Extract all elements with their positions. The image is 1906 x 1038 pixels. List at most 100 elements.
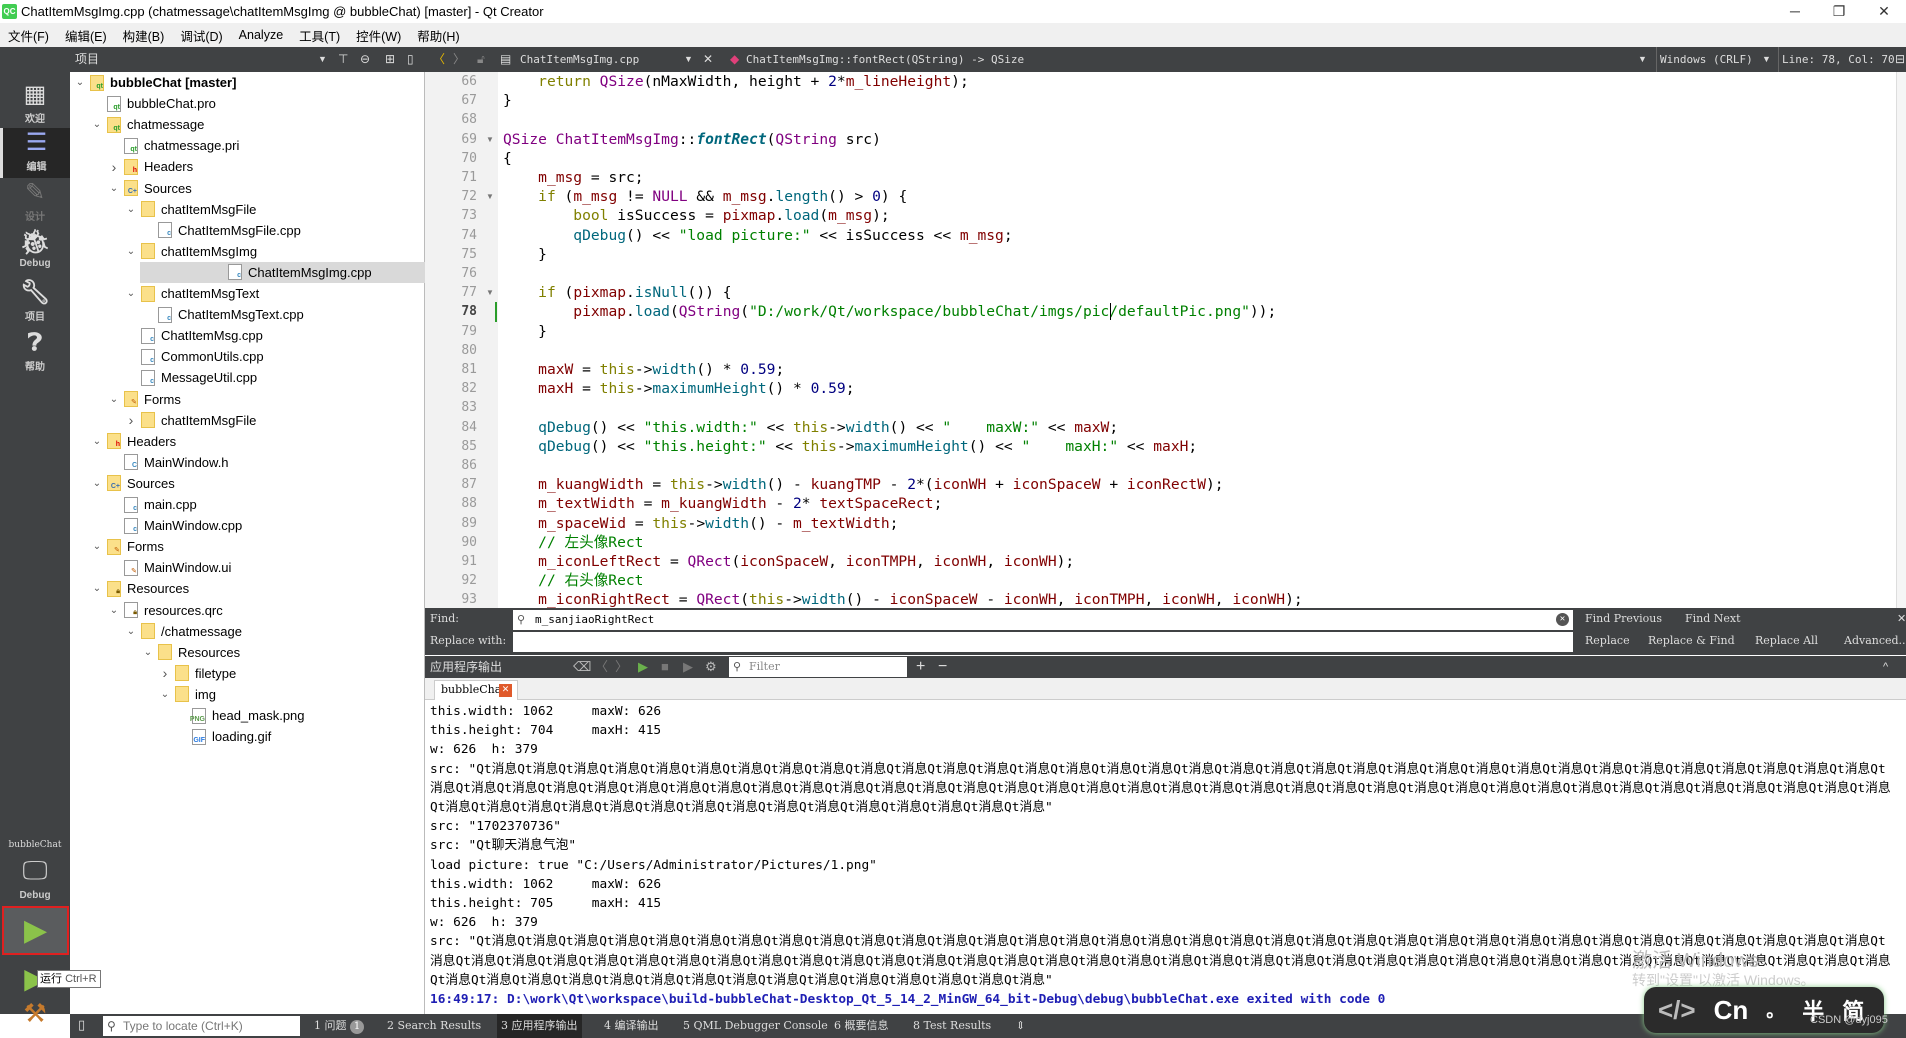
menu-tools[interactable]: 工具(T)	[299, 26, 340, 45]
chevron-down-icon[interactable]: ⌄	[89, 478, 105, 489]
tree-item[interactable]: ⌄ 🔒︎ Resources	[70, 578, 425, 599]
split-icon[interactable]: ⊞	[385, 47, 395, 72]
run-button[interactable]: ▶	[2, 906, 69, 955]
tree-item[interactable]: ⌄ ✎ Forms	[70, 536, 425, 557]
tree-item[interactable]: ⌄ C+ Sources	[70, 473, 425, 494]
chevron-right-icon[interactable]: ›	[123, 412, 139, 428]
tree-item[interactable]: c ChatItemMsg.cpp	[70, 325, 425, 346]
kit-selector[interactable]: 🖵︎	[0, 855, 70, 887]
line-ending-selector[interactable]: Windows (CRLF)	[1656, 47, 1753, 72]
code-line[interactable]: pixmap.load(QString("D:/work/Qt/workspac…	[503, 302, 1276, 321]
code-line[interactable]: m_msg = src;	[503, 168, 643, 187]
code-line[interactable]: }	[503, 91, 512, 110]
menu-controls[interactable]: 控件(W)	[356, 26, 401, 45]
fold-arrow-icon[interactable]: ▼	[486, 130, 494, 149]
menu-edit[interactable]: 编辑(E)	[65, 26, 107, 45]
code-line[interactable]: QSize ChatItemMsgImg::fontRect(QString s…	[503, 130, 881, 149]
code-line[interactable]: maxW = this->width() * 0.59;	[503, 360, 784, 379]
replace-button[interactable]: Replace	[1585, 634, 1630, 647]
next-icon[interactable]: 〉	[615, 656, 628, 678]
open-file-selector[interactable]: ChatItemMsgImg.cpp	[520, 47, 639, 72]
chevron-down-icon[interactable]: ⌄	[89, 436, 105, 447]
advanced-button[interactable]: Advanced...	[1844, 634, 1906, 647]
tree-item[interactable]: ⌄ qt chatmessage	[70, 114, 425, 135]
find-next-button[interactable]: Find Next	[1685, 612, 1741, 625]
code-line[interactable]: // 右头像Rect	[503, 571, 643, 590]
tab-search-results[interactable]: 2 Search Results	[387, 1014, 481, 1038]
code-line[interactable]: bool isSuccess = pixmap.load(m_msg);	[503, 206, 889, 225]
ime-language[interactable]: Cn	[1714, 995, 1749, 1026]
tree-item[interactable]: c ChatItemMsgText.cpp	[70, 304, 425, 325]
fold-arrow-icon[interactable]: ▼	[486, 283, 494, 302]
tree-item[interactable]: c MessageUtil.cpp	[70, 367, 425, 388]
fold-arrow-icon[interactable]: ▼	[486, 187, 494, 206]
code-line[interactable]: m_iconLeftRect = QRect(iconSpaceW, iconT…	[503, 552, 1074, 571]
close-find-icon[interactable]: ✕	[1897, 612, 1906, 625]
chevron-down-icon[interactable]: ▼	[684, 47, 693, 72]
close-file-icon[interactable]: ✕	[703, 47, 713, 72]
code-line[interactable]: return QSize(nMaxWidth, height + 2*m_lin…	[503, 72, 969, 91]
mode-edit[interactable]: ☰ 编辑	[0, 128, 70, 178]
tree-item[interactable]: ⌄ h Headers	[70, 431, 425, 452]
mode-debug[interactable]: 🐞︎ Debug	[0, 228, 70, 278]
output-tab-bubblechat[interactable]: bubbleChat ✕	[434, 680, 518, 700]
tree-item[interactable]: ⌄ C+ Sources	[70, 178, 425, 199]
ime-punctuation[interactable]: 。	[1766, 997, 1784, 1023]
chevron-down-icon[interactable]: ⌄	[89, 119, 105, 130]
close-sidebar-icon[interactable]: ▯	[407, 47, 414, 72]
tree-item[interactable]: c MainWindow.cpp	[70, 515, 425, 536]
mode-welcome[interactable]: ▦ 欢迎	[0, 80, 70, 130]
chevron-down-icon[interactable]: ⌄	[123, 626, 139, 637]
tree-item[interactable]: ⌄ chatItemMsgImg	[70, 241, 425, 262]
menu-help[interactable]: 帮助(H)	[417, 26, 459, 45]
attach-debugger-icon[interactable]: ▶	[683, 656, 693, 678]
replace-find-button[interactable]: Replace & Find	[1648, 634, 1735, 647]
chevron-down-icon[interactable]: ⌄	[123, 246, 139, 257]
tree-item[interactable]: c ChatItemMsgFile.cpp	[70, 220, 425, 241]
mode-design[interactable]: ✎ 设计	[0, 178, 70, 228]
chevron-right-icon[interactable]: ›	[106, 159, 122, 175]
close-window-button[interactable]: ✕	[1862, 0, 1906, 23]
close-tab-icon[interactable]: ✕	[499, 684, 512, 697]
filter-icon[interactable]: ⊤	[338, 47, 348, 72]
chevron-down-icon[interactable]: ⌄	[123, 288, 139, 299]
code-editor[interactable]: 66 67 68 69 ▼ 70 71 72 ▼ 73 74 75 76 77 ▼ 78 79 80 81 82 83 8…	[425, 72, 1906, 608]
minimize-button[interactable]: ─	[1773, 0, 1817, 23]
code-line[interactable]: }	[503, 322, 547, 341]
code-line[interactable]: maxH = this->maximumHeight() * 0.59;	[503, 379, 854, 398]
menu-debug[interactable]: 调试(D)	[180, 26, 222, 45]
toggle-sidebar-icon[interactable]: ▯	[78, 1014, 85, 1038]
tree-item[interactable]: › filetype	[70, 663, 425, 684]
find-input[interactable]: ⚲ m_sanjiaoRightRect ✕	[513, 610, 1573, 630]
replace-all-button[interactable]: Replace All	[1755, 634, 1818, 647]
chevron-down-icon[interactable]: ⌄	[140, 647, 156, 658]
code-line[interactable]: qDebug() << "load picture:" << isSuccess…	[503, 226, 1012, 245]
tab-application-output[interactable]: 3 应用程序输出	[497, 1014, 582, 1038]
cursor-position[interactable]: Line: 78, Col: 70	[1778, 47, 1895, 72]
chevron-down-icon[interactable]: ▼	[1762, 47, 1771, 72]
tree-item[interactable]: ⌄ Resources	[70, 642, 425, 663]
previous-icon[interactable]: 〈	[595, 656, 608, 678]
tab-issues[interactable]: 1 问题 1	[314, 1014, 364, 1038]
chevron-down-icon[interactable]: ⌄	[106, 183, 122, 194]
code-line[interactable]: qDebug() << "this.width:" << this->width…	[503, 418, 1118, 437]
menu-analyze[interactable]: Analyze	[239, 28, 283, 42]
tree-item[interactable]: ⌄ /chatmessage	[70, 621, 425, 642]
menu-file[interactable]: 文件(F)	[8, 26, 49, 45]
tree-item[interactable]: ⌄ img	[70, 684, 425, 705]
code-line[interactable]: m_kuangWidth = this->width() - kuangTMP …	[503, 475, 1223, 494]
rerun-icon[interactable]: ▶	[638, 656, 648, 678]
symbol-selector[interactable]: ChatItemMsgImg::fontRect(QString) -> QSi…	[746, 47, 1024, 72]
tree-item[interactable]: ✎ MainWindow.ui	[70, 557, 425, 578]
output-filter-input[interactable]: ⚲ Filter	[729, 657, 907, 677]
code-line[interactable]: {	[503, 149, 512, 168]
build-button[interactable]: ⚒	[0, 998, 70, 1029]
tree-item[interactable]: C MainWindow.h	[70, 452, 425, 473]
code-line[interactable]: // 左头像Rect	[503, 533, 643, 552]
tree-item[interactable]: › chatItemMsgFile	[70, 410, 425, 431]
chevron-down-icon[interactable]: ▼	[318, 47, 327, 72]
tree-item[interactable]: c main.cpp	[70, 494, 425, 515]
more-tabs-icon[interactable]: ⇕	[1016, 1014, 1025, 1038]
editor-scrollbar[interactable]	[1896, 72, 1906, 608]
tab-qml-debugger-console[interactable]: 5 QML Debugger Console	[683, 1014, 828, 1038]
